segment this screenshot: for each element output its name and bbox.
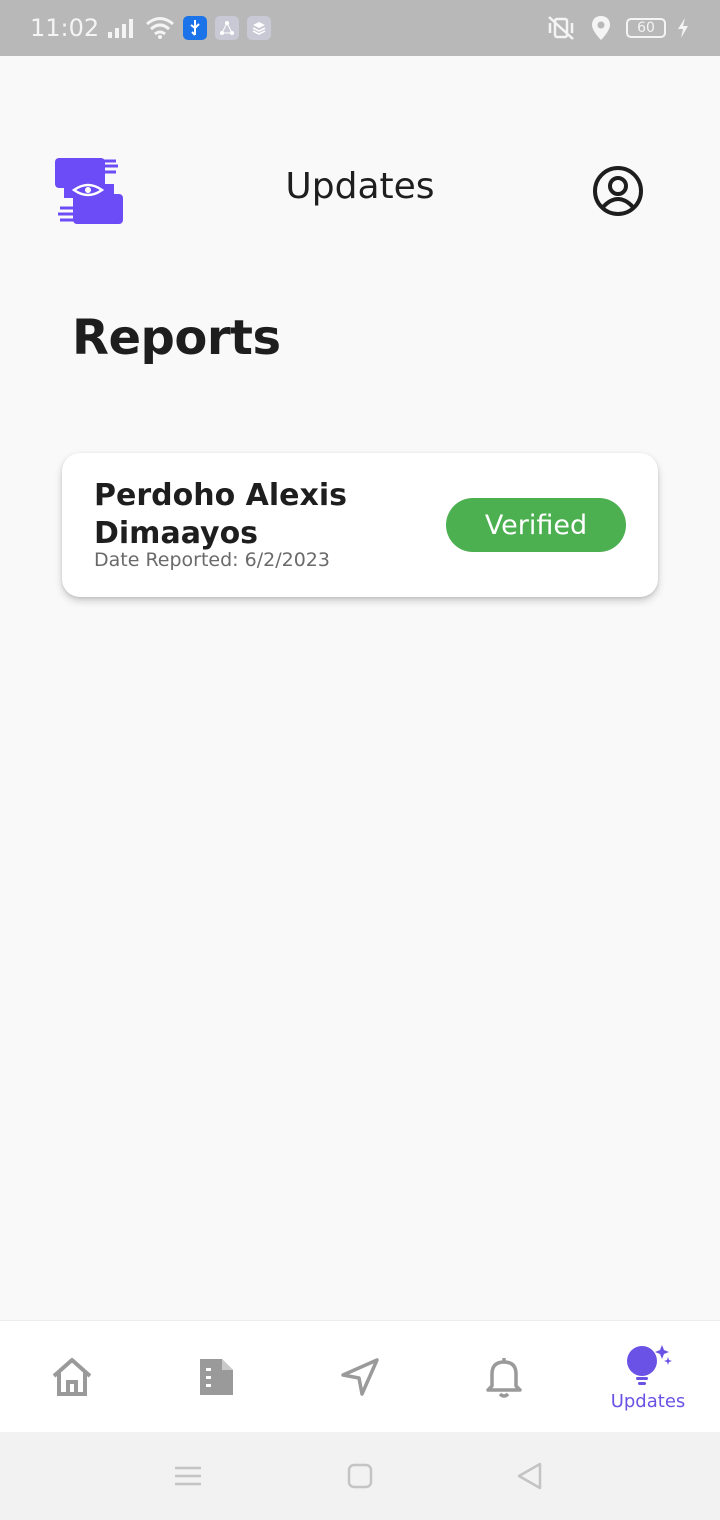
app-header: Updates [0,56,720,326]
share-icon [215,16,240,40]
bell-icon [486,1358,522,1398]
nav-item-home[interactable] [0,1321,144,1433]
section-title: Reports [72,310,281,366]
report-card[interactable]: Perdoho Alexis Dimaayos Date Reported: 6… [62,453,658,597]
profile-button[interactable] [592,165,644,217]
vibrate-off-icon [546,13,576,43]
location-icon [586,13,616,43]
battery-indicator: 60 [626,18,666,38]
lightbulb-icon [627,1344,672,1385]
menu-icon [175,1466,201,1486]
report-name: Perdoho Alexis Dimaayos [94,478,347,551]
system-nav-bar [0,1432,720,1520]
nav-item-updates[interactable]: Updates [576,1321,720,1433]
user-circle-icon [593,166,643,216]
nav-item-send[interactable] [288,1321,432,1433]
back-triangle-icon [517,1462,542,1490]
report-date: Date Reported: 6/2/2023 [94,549,330,571]
back-button[interactable] [514,1460,546,1492]
status-time: 11:02 [30,14,100,42]
charging-icon [676,13,690,43]
recents-button[interactable] [172,1460,204,1492]
send-icon [341,1358,379,1396]
signal-icon [107,13,137,43]
home-icon [52,1358,92,1396]
usb-icon [183,16,208,40]
nav-label-updates: Updates [610,1390,686,1412]
square-icon [347,1463,373,1489]
status-badge: Verified [446,498,626,552]
status-bar: 11:02 60 [0,0,720,56]
wifi-icon [145,13,175,43]
nav-item-reports[interactable] [144,1321,288,1433]
home-button[interactable] [344,1460,376,1492]
nav-item-notifications[interactable] [432,1321,576,1433]
bottom-nav: Updates [0,1320,720,1432]
document-icon [200,1359,233,1395]
layers-icon [247,16,272,40]
